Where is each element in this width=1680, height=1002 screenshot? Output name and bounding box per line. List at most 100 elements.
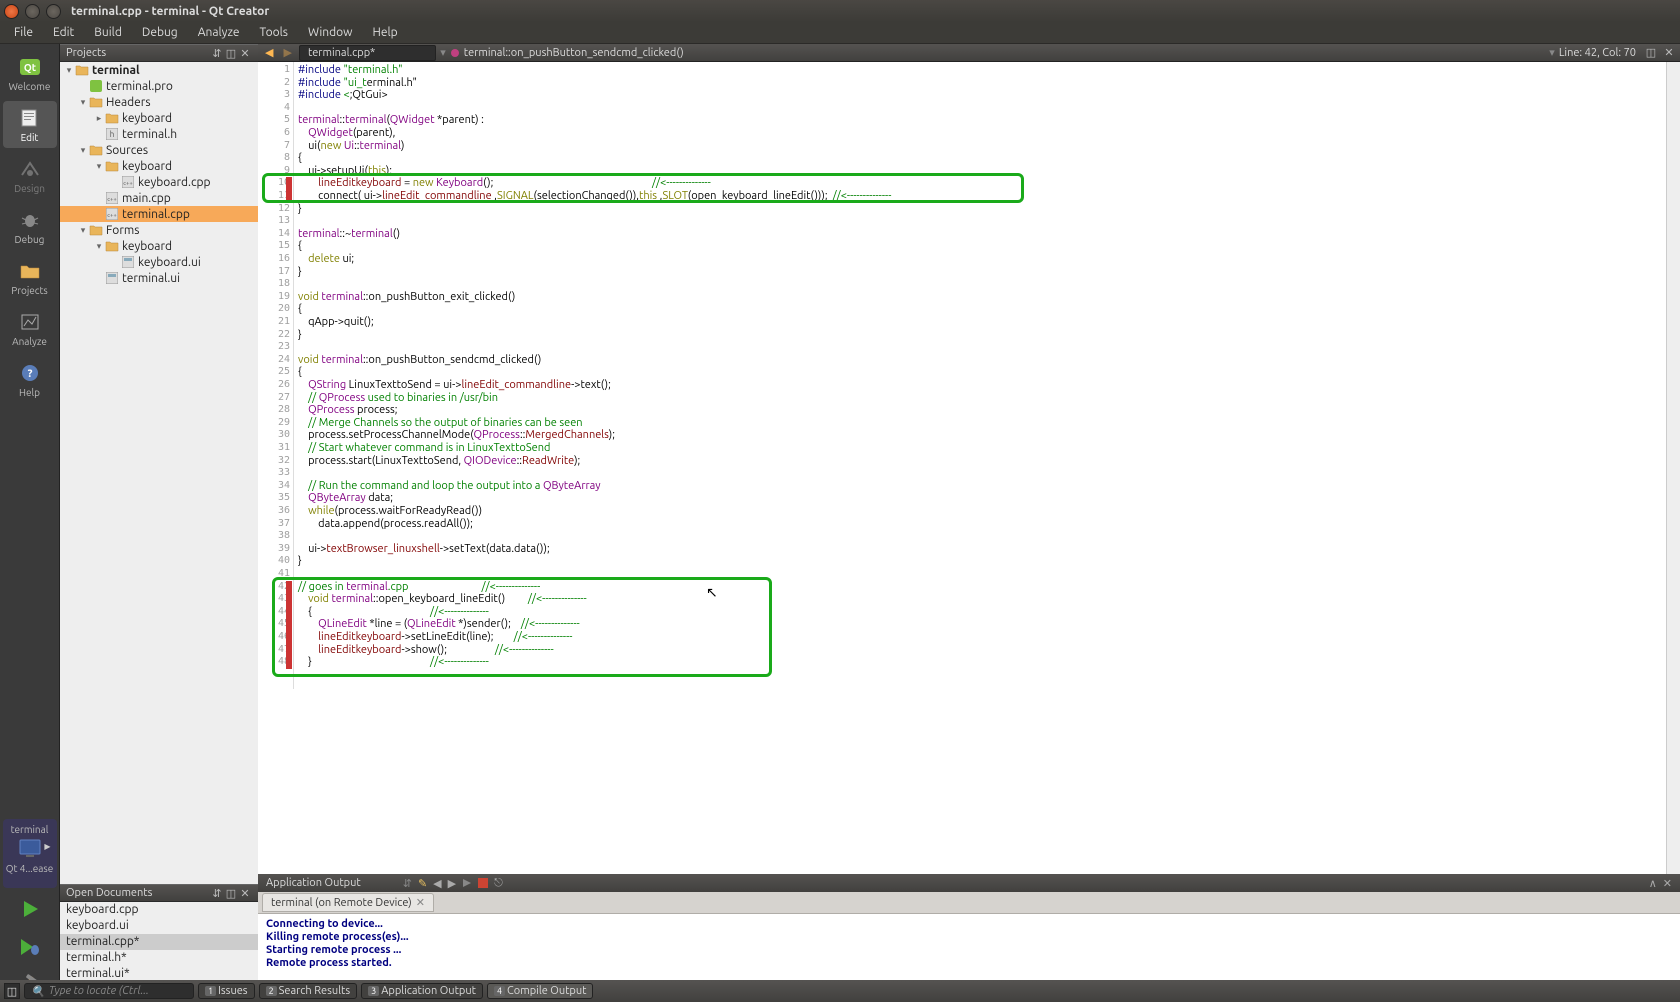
tree-keyboard-cpp[interactable]: c++keyboard.cpp (60, 174, 258, 190)
ui-file-icon (104, 271, 120, 285)
tree-forms[interactable]: ▾Forms (60, 222, 258, 238)
status-app-output[interactable]: 3Application Output (361, 983, 483, 999)
status-issues[interactable]: 1Issues (198, 983, 255, 999)
projects-tree[interactable]: ▾terminal terminal.pro ▾Headers ▸keyboar… (60, 62, 258, 884)
window-minimize-button[interactable] (25, 4, 40, 19)
svg-text:c++: c++ (107, 212, 117, 219)
opendoc-item[interactable]: keyboard.ui (60, 918, 258, 934)
tree-headers-keyboard[interactable]: ▸keyboard (60, 110, 258, 126)
help-icon: ? (16, 361, 44, 385)
folder-icon (88, 223, 104, 237)
svg-text:Qt: Qt (23, 62, 36, 73)
cpp-file-icon: c++ (104, 207, 120, 221)
editor-close-button[interactable]: ✕ (1662, 46, 1676, 59)
folder-icon (104, 159, 120, 173)
menu-build[interactable]: Build (84, 23, 132, 42)
analyze-icon (16, 310, 44, 334)
folder-icon (74, 63, 90, 77)
status-compile-output[interactable]: 4Compile Output (487, 983, 594, 999)
run-button[interactable] (3, 892, 57, 926)
code-editor[interactable]: 1234567891011121314151617181920212223242… (258, 62, 1680, 874)
output-new-button[interactable]: ✎ (418, 877, 427, 890)
nav-forward-button[interactable]: ▶ (280, 46, 294, 59)
tree-keyboard-ui[interactable]: keyboard.ui (60, 254, 258, 270)
status-bar: ◫ 🔍 Type to locate (Ctrl... 1Issues 2Sea… (0, 980, 1680, 1002)
menu-file[interactable]: File (4, 23, 43, 42)
monitor-icon (16, 837, 44, 861)
output-dropdown-icon[interactable]: ⇵ (403, 877, 412, 890)
tree-sources[interactable]: ▾Sources (60, 142, 258, 158)
cpp-file-icon: c++ (120, 175, 136, 189)
menu-help[interactable]: Help (362, 23, 407, 42)
qt-logo-icon: Qt (16, 55, 44, 79)
vertical-scrollbar[interactable] (1666, 62, 1680, 874)
output-tab[interactable]: terminal (on Remote Device) ✕ (262, 893, 434, 912)
edit-icon (16, 106, 44, 130)
menu-window[interactable]: Window (298, 23, 362, 42)
menu-tools[interactable]: Tools (250, 23, 299, 42)
line-column-indicator[interactable]: Line: 42, Col: 70 (1559, 47, 1640, 59)
window-titlebar: terminal.cpp - terminal - Qt Creator (0, 0, 1680, 22)
editor-gutter[interactable]: 1234567891011121314151617181920212223242… (258, 62, 294, 689)
opendocs-panel-header: Open Documents ⇵ ◫ ✕ (60, 884, 258, 902)
tree-forms-keyboard[interactable]: ▾keyboard (60, 238, 258, 254)
design-icon (16, 157, 44, 181)
mode-design[interactable]: Design (3, 152, 57, 199)
mode-edit[interactable]: Edit (3, 101, 57, 148)
mode-analyze[interactable]: Analyze (3, 305, 57, 352)
tree-terminal-cpp[interactable]: c++terminal.cpp (60, 206, 258, 222)
opendoc-item[interactable]: terminal.cpp* (60, 934, 258, 950)
nav-back-button[interactable]: ◀ (262, 46, 276, 59)
tree-terminal-h[interactable]: hterminal.h (60, 126, 258, 142)
window-close-button[interactable] (4, 4, 19, 19)
tree-project-root[interactable]: ▾terminal (60, 62, 258, 78)
status-search-results[interactable]: 2Search Results (259, 983, 358, 999)
editor-split-button[interactable]: ◫ (1644, 46, 1658, 59)
tree-terminal-ui[interactable]: terminal.ui (60, 270, 258, 286)
side-panel: Projects ⇵ ◫ ✕ ▾terminal terminal.pro ▾H… (60, 44, 258, 1002)
folder-icon (88, 143, 104, 157)
mode-projects[interactable]: Projects (3, 254, 57, 301)
menu-debug[interactable]: Debug (132, 23, 188, 42)
menu-edit[interactable]: Edit (43, 23, 84, 42)
filter-icon[interactable]: ⇵ (210, 887, 224, 900)
panel-split-button[interactable]: ◫ (224, 47, 238, 60)
menu-analyze[interactable]: Analyze (188, 23, 250, 42)
debug-run-button[interactable] (3, 930, 57, 964)
mode-debug[interactable]: Debug (3, 203, 57, 250)
filter-icon[interactable]: ⇵ (210, 47, 224, 60)
toggle-sidebar-button[interactable]: ◫ (4, 983, 20, 999)
mode-help[interactable]: ? Help (3, 356, 57, 403)
tree-pro-file[interactable]: terminal.pro (60, 78, 258, 94)
kit-selector[interactable]: terminal Qt 4...ease ▶ (3, 819, 57, 888)
opendoc-item[interactable]: terminal.h* (60, 950, 258, 966)
tree-headers[interactable]: ▾Headers (60, 94, 258, 110)
editor-toolbar: ◀ ▶ terminal.cpp* ▾ terminal::on_pushBut… (258, 44, 1680, 62)
panel-close-button[interactable]: ✕ (238, 887, 252, 900)
mode-welcome[interactable]: Qt Welcome (3, 50, 57, 97)
output-prev-button[interactable]: ◀ (433, 877, 441, 890)
output-stop-button[interactable] (478, 878, 488, 888)
projects-panel-title: Projects (66, 47, 106, 59)
svg-text:c++: c++ (107, 196, 117, 203)
panel-split-button[interactable]: ◫ (224, 887, 238, 900)
locator-input[interactable]: 🔍 Type to locate (Ctrl... (24, 983, 194, 999)
tree-main-cpp[interactable]: c++main.cpp (60, 190, 258, 206)
opendocs-panel-title: Open Documents (66, 887, 152, 899)
projects-icon (16, 259, 44, 283)
tab-close-icon[interactable]: ✕ (416, 896, 425, 909)
output-next-button[interactable]: ▶ (448, 877, 456, 890)
cpp-file-icon: c++ (104, 191, 120, 205)
symbol-dropdown[interactable]: terminal::on_pushButton_sendcmd_clicked(… (450, 47, 684, 59)
output-attach-button[interactable]: ⎋ (494, 877, 503, 890)
output-minimize-button[interactable]: ∧ (1649, 877, 1657, 890)
ui-file-icon (120, 255, 136, 269)
output-close-button[interactable]: ✕ (1663, 877, 1672, 890)
panel-close-button[interactable]: ✕ (238, 47, 252, 60)
output-run-button[interactable] (462, 878, 472, 888)
window-maximize-button[interactable] (46, 4, 61, 19)
opendoc-item[interactable]: keyboard.cpp (60, 902, 258, 918)
folder-icon (88, 95, 104, 109)
tree-sources-keyboard[interactable]: ▾keyboard (60, 158, 258, 174)
editor-file-dropdown[interactable]: terminal.cpp* (299, 45, 436, 61)
